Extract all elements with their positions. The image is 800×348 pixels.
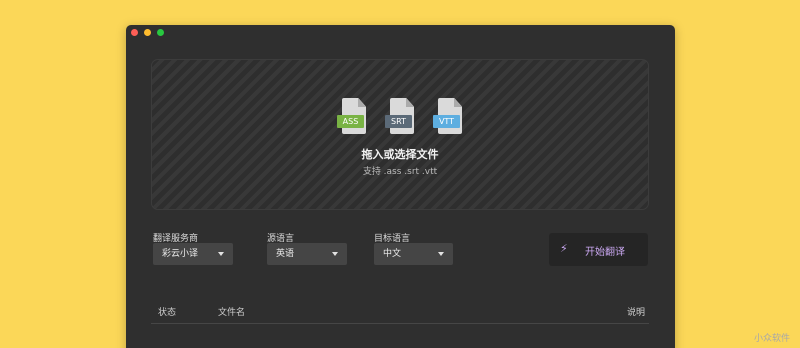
start-translation-button[interactable]: ⚡ 开始翻译 bbox=[549, 233, 648, 266]
srt-file-label: SRT bbox=[385, 115, 412, 128]
vtt-file-icon: VTT bbox=[433, 98, 463, 136]
source-language-value: 英语 bbox=[276, 249, 295, 259]
target-language-select[interactable]: 中文 bbox=[374, 243, 453, 265]
chevron-down-icon bbox=[332, 252, 338, 256]
ass-file-icon: ASS bbox=[337, 98, 367, 136]
target-language-value: 中文 bbox=[383, 249, 402, 259]
vtt-file-label: VTT bbox=[433, 115, 460, 128]
zoom-window-button[interactable] bbox=[157, 29, 164, 36]
watermark-text: 小众软件 bbox=[753, 334, 790, 344]
column-status: 状态 bbox=[158, 308, 177, 318]
service-select[interactable]: 彩云小译 bbox=[153, 243, 233, 265]
srt-file-icon: SRT bbox=[385, 98, 415, 136]
file-type-icons: ASS SRT VTT bbox=[152, 98, 648, 136]
dropzone-subtitle: 支持 .ass .srt .vtt bbox=[362, 167, 438, 177]
source-language-select[interactable]: 英语 bbox=[267, 243, 347, 265]
chevron-down-icon bbox=[218, 252, 224, 256]
app-window: ASS SRT VTT 拖入或选择文件 支持 .ass .srt .vtt 翻译… bbox=[126, 25, 675, 348]
minimize-window-button[interactable] bbox=[144, 29, 151, 36]
column-filename: 文件名 bbox=[218, 308, 246, 318]
start-translation-label: 开始翻译 bbox=[585, 247, 625, 258]
dropzone-title: 拖入或选择文件 bbox=[361, 148, 439, 161]
file-table-header: 状态 文件名 说明 bbox=[151, 304, 649, 324]
file-dropzone[interactable]: ASS SRT VTT 拖入或选择文件 支持 .ass .srt .vtt bbox=[151, 59, 649, 210]
chevron-down-icon bbox=[438, 252, 444, 256]
service-select-value: 彩云小译 bbox=[162, 249, 199, 259]
lightning-icon: ⚡ bbox=[560, 242, 568, 255]
ass-file-label: ASS bbox=[337, 115, 364, 128]
close-window-button[interactable] bbox=[131, 29, 138, 36]
column-description: 说明 bbox=[626, 308, 645, 318]
window-controls bbox=[131, 29, 164, 36]
